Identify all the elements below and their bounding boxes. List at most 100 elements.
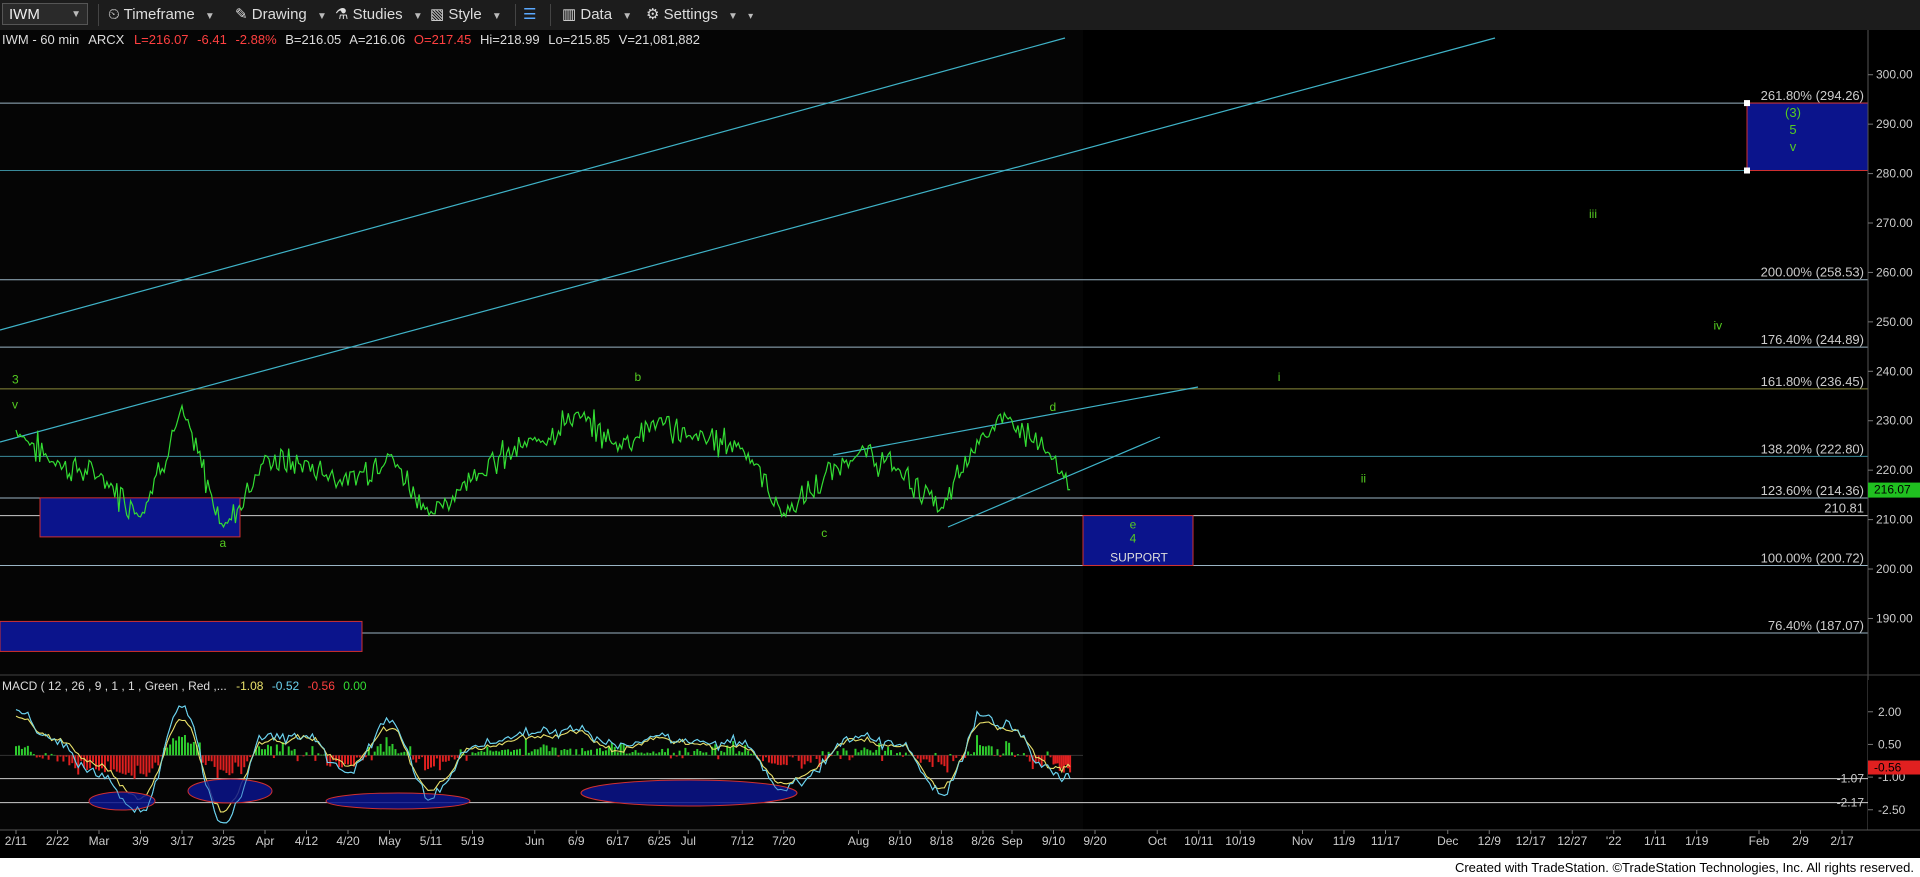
- wave-label: 3: [12, 373, 19, 387]
- macd-value: -1.08: [236, 679, 264, 693]
- timeframe-menu[interactable]: ⏲ Timeframe ▼: [108, 5, 215, 25]
- chart-area[interactable]: IWM - 60 min ARCX L=216.07 -6.41 -2.88% …: [0, 30, 1920, 858]
- exchange: ARCX: [88, 32, 124, 47]
- time-tick-label: Mar: [89, 834, 110, 848]
- macd-ref-label: -2.17: [1837, 796, 1865, 810]
- macd-header: MACD ( 12 , 26 , 9 , 1 , 1 , Green , Red…: [2, 679, 367, 693]
- time-tick-label: 8/26: [971, 834, 995, 848]
- fib-label: 261.80% (294.26): [1761, 88, 1864, 103]
- last-price: L=216.07: [134, 32, 189, 47]
- time-tick-label: 10/19: [1225, 834, 1255, 848]
- support-label: SUPPORT: [1110, 550, 1168, 564]
- time-tick-label: Jul: [681, 834, 696, 848]
- symbol-selector[interactable]: IWM ▼: [2, 3, 88, 25]
- time-tick-label: 8/18: [930, 834, 954, 848]
- price-tick-label: 260.00: [1876, 265, 1913, 279]
- time-tick-label: Sep: [1001, 834, 1023, 848]
- target-label: 5: [1789, 122, 1796, 137]
- time-tick-label: 5/19: [461, 834, 485, 848]
- wave-label: c: [821, 526, 827, 540]
- toolbar-divider: [550, 4, 551, 26]
- studies-menu[interactable]: ⚗ Studies ▼: [335, 5, 423, 25]
- wave-label: b: [635, 370, 642, 384]
- price-tick-label: 300.00: [1876, 68, 1913, 82]
- hist-value: -0.56: [308, 679, 336, 693]
- style-label: Style: [448, 6, 482, 23]
- fib-label: 100.00% (200.72): [1761, 550, 1864, 565]
- price-tick-label: 270.00: [1876, 216, 1913, 230]
- chevron-down-icon: ▼: [71, 9, 81, 20]
- time-tick-label: 3/17: [170, 834, 194, 848]
- net-change: -6.41: [197, 32, 227, 47]
- support-label: e: [1130, 518, 1137, 532]
- time-tick-label: 12/27: [1557, 834, 1587, 848]
- pct-change: -2.88%: [235, 32, 277, 47]
- footer: Created with TradeStation. ©TradeStation…: [0, 858, 1920, 877]
- time-tick-label: 11/17: [1371, 834, 1400, 848]
- macd-highlight-ellipse: [88, 791, 156, 811]
- time-tick-label: 2/9: [1792, 834, 1809, 848]
- price-tick-label: 250.00: [1876, 315, 1913, 329]
- price-tick-label: 210.00: [1876, 513, 1913, 527]
- zero-value: 0.00: [343, 679, 367, 693]
- target-label: (3): [1785, 105, 1801, 120]
- settings-label: Settings: [663, 6, 718, 23]
- wave-label: i: [1278, 370, 1281, 384]
- copyright-text: Created with TradeStation. ©TradeStation…: [1454, 860, 1914, 875]
- price-tick-label: 200.00: [1876, 562, 1913, 576]
- time-tick-label: 2/22: [46, 834, 70, 848]
- fib-label: 176.40% (244.89): [1761, 332, 1864, 347]
- time-tick-label: Oct: [1148, 834, 1167, 848]
- drawing-label: Drawing: [251, 6, 307, 23]
- macd-highlight-ellipse: [325, 792, 471, 810]
- open: O=217.45: [414, 32, 471, 47]
- time-tick-label: 10/11: [1184, 834, 1213, 848]
- flask-icon: ⚗: [335, 6, 349, 23]
- fib-label: 161.80% (236.45): [1761, 374, 1864, 389]
- time-tick-label: 4/12: [295, 834, 319, 848]
- data-menu[interactable]: ▥ Data ▼: [562, 5, 632, 25]
- time-tick-label: 8/10: [888, 834, 912, 848]
- symbol-timeframe: IWM - 60 min: [2, 32, 79, 47]
- wave-label: iv: [1714, 318, 1723, 332]
- style-icon: ▧: [430, 6, 445, 23]
- time-tick-label: Dec: [1437, 834, 1458, 848]
- fib-label: 76.40% (187.07): [1768, 618, 1864, 633]
- price-tick-label: 230.00: [1876, 414, 1913, 428]
- target-handle: [1744, 100, 1750, 107]
- support-label: 4: [1130, 532, 1137, 546]
- time-tick-label: Feb: [1749, 834, 1770, 848]
- price-tick-label: 220.00: [1876, 463, 1913, 477]
- price-tick-label: 240.00: [1876, 364, 1913, 378]
- lower-box: [0, 620, 363, 652]
- volume: V=21,081,882: [619, 32, 700, 47]
- time-tick-label: 3/9: [132, 834, 149, 848]
- layout-icon[interactable]: ☰: [523, 5, 536, 25]
- settings-menu[interactable]: ⚙ Settings ▼ ▾: [646, 5, 753, 25]
- time-tick-label: Jun: [525, 834, 544, 848]
- high: Hi=218.99: [480, 32, 540, 47]
- time-tick-label: 9/10: [1042, 834, 1066, 848]
- time-tick-label: 12/9: [1478, 834, 1502, 848]
- macd-highlight-ellipse: [187, 778, 273, 804]
- wave-label: ii: [1361, 472, 1366, 486]
- wave-label: v: [12, 397, 18, 411]
- time-tick-label: 11/9: [1333, 834, 1356, 848]
- price-tick-label: 190.00: [1876, 611, 1913, 625]
- chevron-down-icon: ▼: [204, 11, 215, 22]
- macd-tick-label: 0.50: [1878, 737, 1902, 751]
- style-menu[interactable]: ▧ Style ▼: [430, 5, 502, 25]
- chevron-down-icon: ▼: [491, 11, 502, 22]
- time-tick-label: 6/9: [568, 834, 585, 848]
- time-tick-label: 1/11: [1644, 834, 1667, 848]
- time-tick-label: May: [378, 834, 401, 848]
- macd-ref-label: -1.07: [1837, 772, 1865, 786]
- drawing-menu[interactable]: ✎ Drawing ▼: [235, 5, 327, 25]
- wave-label: iii: [1589, 207, 1597, 221]
- level-label: 210.81: [1824, 501, 1864, 516]
- time-tick-label: 1/19: [1685, 834, 1709, 848]
- target-box: [1746, 102, 1869, 172]
- macd-highlight-ellipse: [580, 779, 798, 807]
- time-tick-label: 9/20: [1083, 834, 1107, 848]
- time-tick-label: 3/25: [212, 834, 236, 848]
